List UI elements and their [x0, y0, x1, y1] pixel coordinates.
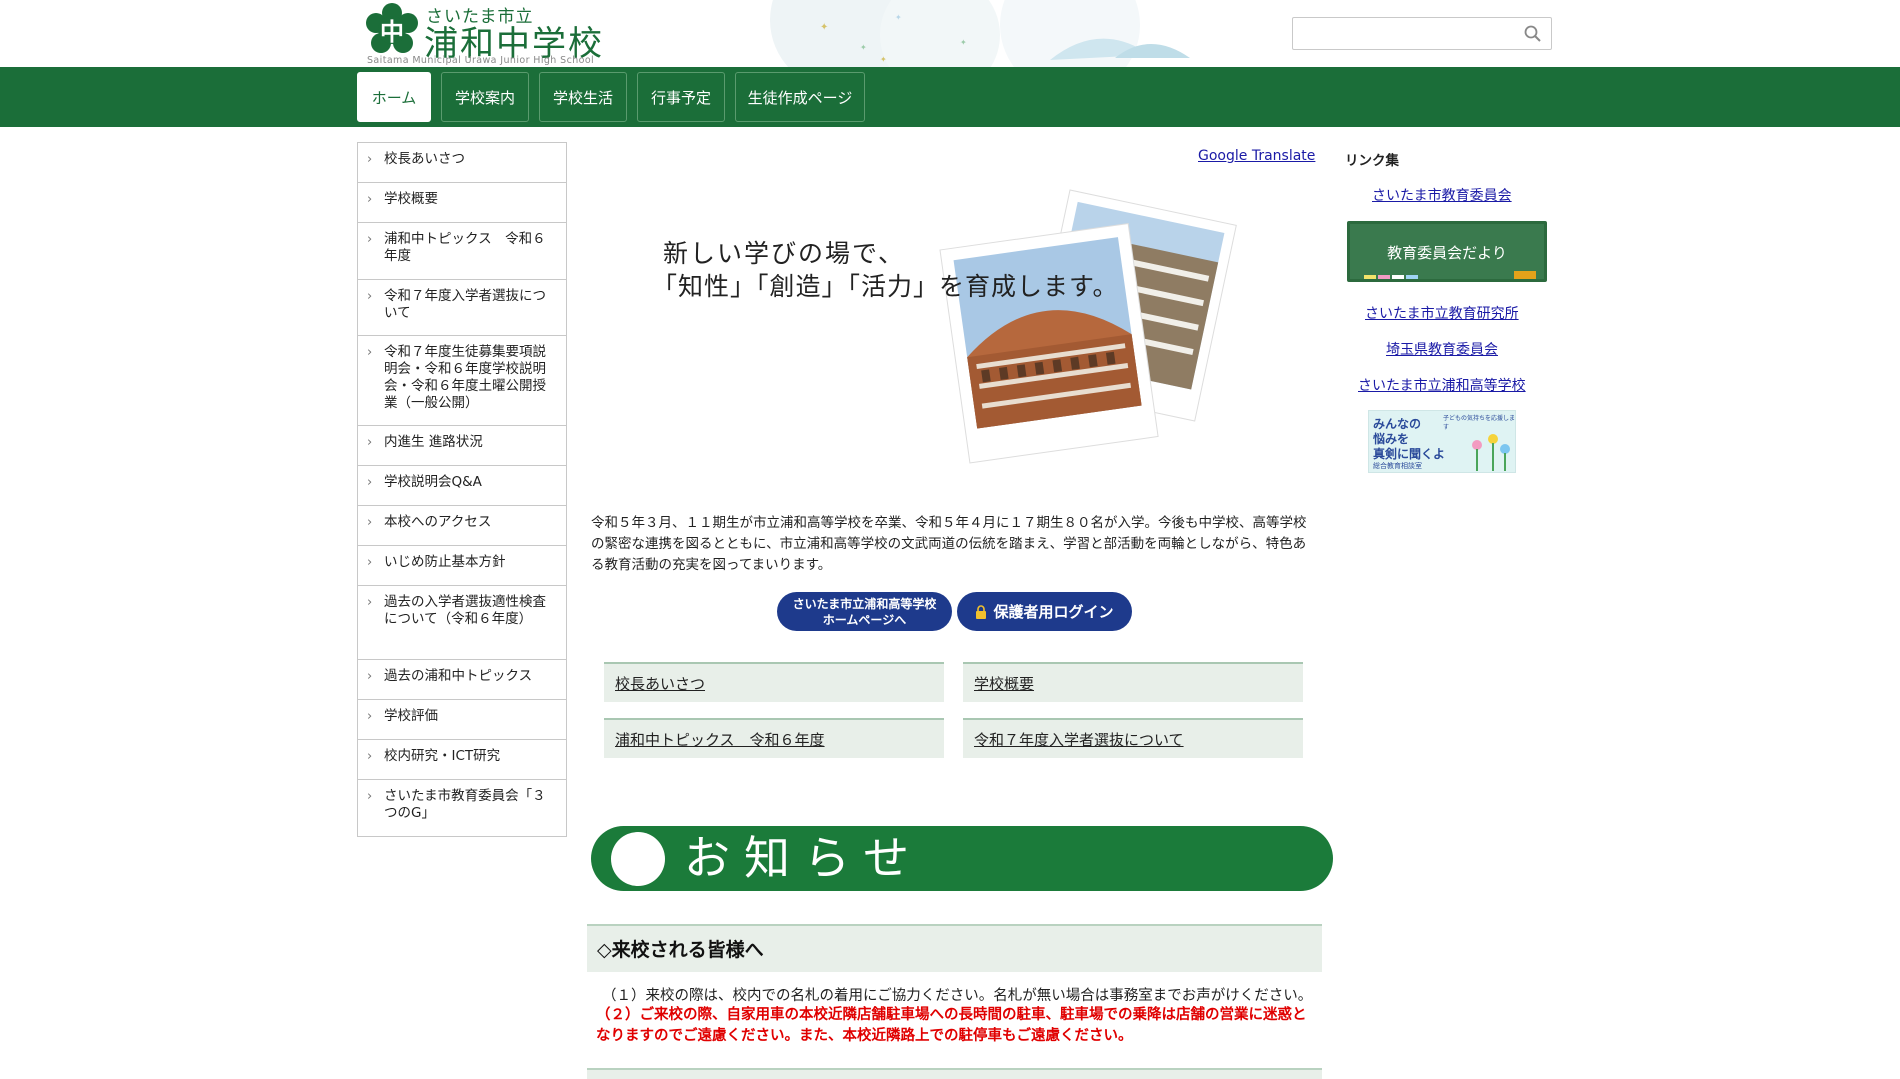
- sidebar-item-label: 過去の入学者選抜適性検査について（令和６年度）: [384, 594, 546, 627]
- counseling-banner[interactable]: 子どもの気持ちを応援します みんなの 悩みを 真剣に聞くよ 総合教育相談室: [1368, 410, 1516, 473]
- next-section-heading: [587, 1068, 1322, 1079]
- sidebar-item-career-status[interactable]: › 内進生 進路状況: [358, 426, 566, 466]
- counseling-banner-text: みんなの 悩みを 真剣に聞くよ: [1373, 417, 1445, 462]
- sidebar-item-label: 校内研究・ICT研究: [384, 748, 501, 764]
- chevron-right-icon: ›: [367, 555, 373, 570]
- sidebar-item-label: 令和７年度生徒募集要項説明会・令和６年度学校説明会・令和６年度土曜公開授業（一般…: [384, 344, 546, 411]
- flowers-icon: [1472, 434, 1510, 471]
- visitor-notice-heading: ◇来校される皆様へ: [587, 924, 1322, 972]
- nav-tab-student-pages[interactable]: 生徒作成ページ: [735, 72, 865, 122]
- sidebar-item-school-overview[interactable]: › 学校概要: [358, 183, 566, 223]
- links-title: リンク集: [1345, 153, 1399, 169]
- sidebar-item-past-exams[interactable]: › 過去の入学者選抜適性検査について（令和６年度）: [358, 586, 566, 660]
- svg-text:✦: ✦: [960, 38, 967, 47]
- svg-text:✦: ✦: [895, 13, 902, 22]
- chevron-right-icon: ›: [367, 475, 373, 490]
- counseling-line3: 真剣に聞くよ: [1373, 447, 1446, 461]
- parent-login-button[interactable]: 保護者用ログイン: [957, 592, 1132, 631]
- sidebar-item-briefing-sessions[interactable]: › 令和７年度生徒募集要項説明会・令和６年度学校説明会・令和６年度土曜公開授業（一…: [358, 336, 566, 426]
- chevron-right-icon: ›: [367, 152, 373, 167]
- chevron-right-icon: ›: [367, 515, 373, 530]
- search-input[interactable]: [1292, 17, 1552, 50]
- nav-tab-school-life[interactable]: 学校生活: [539, 72, 627, 122]
- main-nav: ホーム 学校案内 学校生活 行事予定 生徒作成ページ: [0, 67, 1900, 127]
- sidebar-item-principal-greeting[interactable]: › 校長あいさつ: [358, 143, 566, 183]
- sidebar-item-label: 学校説明会Q&A: [384, 474, 482, 490]
- high-school-button-line2: ホームページへ: [822, 612, 907, 627]
- sidebar-item-label: いじめ防止基本方針: [384, 554, 506, 570]
- google-translate-link[interactable]: Google Translate: [1198, 148, 1315, 164]
- chevron-right-icon: ›: [367, 749, 373, 764]
- chevron-right-icon: ›: [367, 232, 373, 247]
- sidebar-item-label: 過去の浦和中トピックス: [384, 668, 533, 684]
- sidebar-item-label: さいたま市教育委員会「３つのG」: [384, 788, 546, 821]
- nav-tab-events[interactable]: 行事予定: [637, 72, 725, 122]
- link-education-research-institute[interactable]: さいたま市立教育研究所: [1365, 303, 1519, 323]
- chevron-right-icon: ›: [367, 289, 373, 304]
- search-icon[interactable]: [1523, 24, 1543, 44]
- site-header: ✦ ✦ ✦ ✦ ✦ 中 さいたま市立 浦和中学校 Saitama Municip…: [0, 0, 1900, 67]
- link-city-board-of-education[interactable]: さいたま市教育委員会: [1372, 185, 1512, 205]
- sidebar-item-label: 内進生 進路状況: [384, 434, 483, 450]
- sidebar-menu: › 校長あいさつ › 学校概要 › 浦和中トピックス 令和６年度 › 令和７年度入学者選…: [357, 142, 567, 837]
- logo-mark-char: 中: [380, 17, 404, 46]
- chalk-icon: [1364, 275, 1418, 279]
- link-saitama-prefecture-board[interactable]: 埼玉県教育委員会: [1386, 339, 1498, 359]
- svg-text:✦: ✦: [880, 55, 887, 64]
- nav-tab-home[interactable]: ホーム: [357, 72, 431, 122]
- sidebar-item-label: 浦和中トピックス 令和６年度: [384, 231, 546, 264]
- logo-english-name: Saitama Municipal Urawa Junior High Scho…: [367, 55, 595, 66]
- chevron-right-icon: ›: [367, 669, 373, 684]
- sidebar-item-label: 学校評価: [384, 708, 438, 724]
- school-logo-icon[interactable]: 中: [366, 3, 418, 55]
- chevron-right-icon: ›: [367, 192, 373, 207]
- link-urawa-high-school[interactable]: さいたま市立浦和高等学校: [1358, 375, 1526, 395]
- sidebar-item-label: 令和７年度入学者選抜について: [384, 288, 546, 321]
- visitor-notice-line2: （２）ご来校の際、自家用車の本校近隣店舗駐車場への長時間の駐車、駐車場での乗降は…: [596, 1007, 1307, 1044]
- chevron-right-icon: ›: [367, 595, 373, 610]
- sidebar-item-access[interactable]: › 本校へのアクセス: [358, 506, 566, 546]
- notice-circle-icon: [611, 832, 665, 886]
- chevron-right-icon: ›: [367, 435, 373, 450]
- sidebar-item-ict-research[interactable]: › 校内研究・ICT研究: [358, 740, 566, 780]
- visitor-notice-line1: （１）来校の際は、校内での名札の着用にご協力ください。名札が無い場合は事務室まで…: [602, 988, 1313, 1004]
- chevron-right-icon: ›: [367, 789, 373, 804]
- sidebar-item-label: 校長あいさつ: [384, 151, 465, 167]
- sidebar-item-briefing-qa[interactable]: › 学校説明会Q&A: [358, 466, 566, 506]
- counseling-line1: みんなの: [1373, 417, 1422, 431]
- notice-title: お知らせ: [684, 831, 924, 885]
- quick-link-topics-r6[interactable]: 浦和中トピックス 令和６年度: [604, 718, 944, 758]
- sidebar-item-admission-r7[interactable]: › 令和７年度入学者選抜について: [358, 280, 566, 336]
- sidebar-item-label: 本校へのアクセス: [384, 514, 492, 530]
- quick-link-principal-greeting[interactable]: 校長あいさつ: [604, 662, 944, 702]
- chevron-right-icon: ›: [367, 709, 373, 724]
- sidebar-item-school-evaluation[interactable]: › 学校評価: [358, 700, 566, 740]
- sidebar-item-topics-r6[interactable]: › 浦和中トピックス 令和６年度: [358, 223, 566, 280]
- counseling-line2: 悩みを: [1373, 432, 1410, 446]
- quick-link-admission-r7[interactable]: 令和７年度入学者選抜について: [963, 718, 1303, 758]
- board-news-banner[interactable]: 教育委員会だより: [1347, 221, 1547, 282]
- hero-heading-line2: 「知性」「創造」「活力」を育成します。: [652, 272, 1119, 301]
- sidebar-item-three-g[interactable]: › さいたま市教育委員会「３つのG」: [358, 780, 566, 837]
- quick-link-school-overview[interactable]: 学校概要: [963, 662, 1303, 702]
- header-decoration: ✦ ✦ ✦ ✦ ✦: [770, 0, 1190, 67]
- hero-heading-line1: 新しい学びの場で、: [663, 239, 906, 268]
- svg-text:✦: ✦: [860, 43, 867, 52]
- svg-text:✦: ✦: [820, 22, 828, 33]
- chevron-right-icon: ›: [367, 345, 373, 360]
- board-news-label: 教育委員会だより: [1387, 244, 1507, 262]
- sidebar-item-past-topics[interactable]: › 過去の浦和中トピックス: [358, 660, 566, 700]
- parent-login-label: 保護者用ログイン: [993, 603, 1114, 621]
- sidebar-item-label: 学校概要: [384, 191, 438, 207]
- high-school-button-line1: さいたま市立浦和高等学校: [792, 596, 937, 611]
- high-school-homepage-button[interactable]: さいたま市立浦和高等学校 ホームページへ: [777, 592, 952, 631]
- sidebar-item-anti-bullying[interactable]: › いじめ防止基本方針: [358, 546, 566, 586]
- hero-photos: [939, 189, 1237, 464]
- lock-icon: [976, 604, 987, 619]
- eraser-icon: [1514, 271, 1536, 279]
- nav-tab-school-guide[interactable]: 学校案内: [441, 72, 529, 122]
- counseling-banner-footer: 総合教育相談室: [1373, 462, 1422, 470]
- intro-text: 令和５年３月、１１期生が市立浦和高等学校を卒業、令和５年４月に１７期生８０名が入…: [591, 515, 1307, 573]
